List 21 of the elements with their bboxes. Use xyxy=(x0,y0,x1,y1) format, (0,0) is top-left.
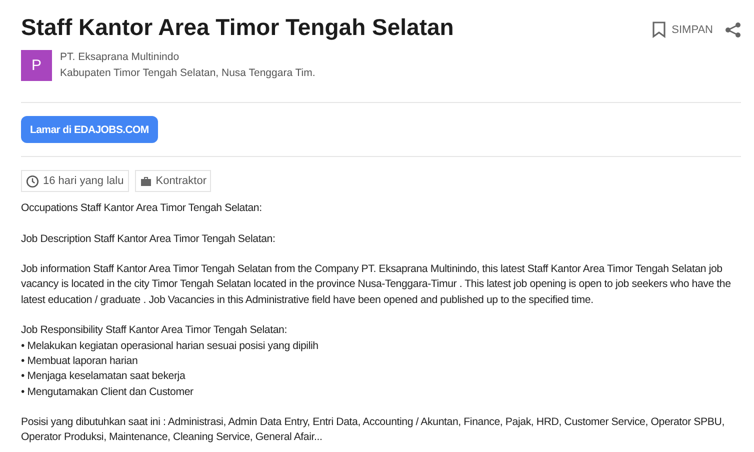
bookmark-icon xyxy=(652,21,666,38)
list-heading: Job Responsibility Staff Kantor Area Timor Tengah Selatan: xyxy=(21,323,288,338)
tag-label: Kontraktor xyxy=(156,175,206,187)
list-item: • Membuat laporan harian xyxy=(21,354,139,369)
share-icon[interactable] xyxy=(725,22,741,38)
company-location: Kabupaten Timor Tengah Selatan, Nusa Tenggara Tim. xyxy=(60,66,316,81)
company-logo: P xyxy=(21,50,52,81)
list-item: • Melakukan kegiatan operasional harian sesuai posisi yang dipilih xyxy=(21,338,320,354)
clock-icon xyxy=(26,174,39,188)
list-item: • Menjaga keselamatan saat bekerja xyxy=(21,369,186,384)
company-name: PT. Eksaprana Multinindo xyxy=(60,50,180,65)
description-paragraph: Occupations Staff Kantor Area Timor Tengah Selatan: xyxy=(21,201,263,216)
save-button[interactable]: SIMPAN xyxy=(652,21,713,38)
description-paragraph: Posisi yang dibutuhkan saat ini : Administrasi, Admin Data Entry, Entri Data, Accounting / Akuntan, Finance, Pajak, HRD, Customer Service, Operator SPBU, Operator Produksi, Maintenance, Cleaning Service, General Afair... xyxy=(21,415,726,446)
list-item: • Mengutamakan Client dan Customer xyxy=(21,384,194,400)
tag-label: 16 hari yang lalu xyxy=(43,175,124,187)
description-paragraph: Job information Staff Kantor Area Timor Tengah Selatan from the Company PT. Eksaprana Multinindo, this latest Staff Kantor Area Timor Tengah Selatan job vacancy is located in the city Timor Tengah Selatan located in the province Nusa-Tenggara-Timur . This latest job opening is open to job seekers who have the latest education / graduate . Job Vacancies in this Administrative field have been opened and published up to the specified time. xyxy=(21,262,732,308)
description-paragraph: Job Description Staff Kantor Area Timor Tengah Selatan: xyxy=(21,232,276,247)
apply-button[interactable]: Lamar di EDAJOBS.COM xyxy=(21,116,158,143)
briefcase-icon xyxy=(140,175,152,187)
job-title: Staff Kantor Area Timor Tengah Selatan xyxy=(21,13,454,42)
